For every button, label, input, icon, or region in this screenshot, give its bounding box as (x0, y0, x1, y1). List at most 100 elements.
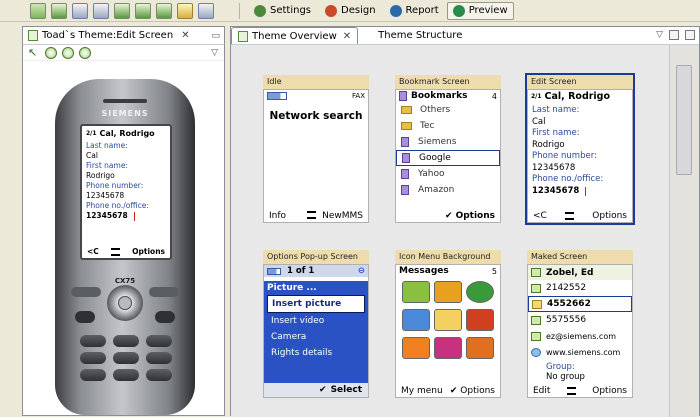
phone-call-key (75, 311, 95, 323)
zoom-icon[interactable] (177, 2, 193, 19)
marked-header-name: Zobel, Ed (546, 267, 594, 278)
list-item-label: Amazon (418, 185, 455, 195)
folder-icon (401, 122, 412, 130)
phone-screen: 2/1 Cal, Rodrigo Last name: Cal First na… (80, 124, 172, 260)
zoom-in-icon[interactable] (45, 46, 57, 59)
field-label: First name: (86, 161, 128, 170)
text-message-icon (402, 281, 430, 303)
field-label: First name: (532, 128, 580, 138)
edit-screen-view-tab[interactable]: Toad`s Theme:Edit Screen ✕ ▭ (23, 27, 224, 45)
field-value-row: 12345678 (532, 186, 628, 198)
popup-item: Insert video (271, 316, 325, 326)
list-item: Others (396, 102, 500, 118)
icon-menu-card[interactable]: Icon Menu Background Messages 5 My menu … (395, 250, 501, 398)
theme-overview-canvas: Idle FAX Network search Info NewMMS Book… (231, 45, 669, 417)
folder-icon (434, 337, 462, 359)
screen-header: 2/1 Cal, Rodrigo (86, 129, 167, 138)
screen-softkeys: ✔ Options (396, 209, 500, 222)
close-icon[interactable]: ✕ (181, 30, 189, 41)
popup-header: 1 of 1 ⊖ (264, 265, 368, 277)
list-item-label: Tec (420, 121, 435, 131)
minimize-icon[interactable] (669, 30, 679, 40)
contact-icon: 2/1 (531, 93, 542, 100)
cursor-icon[interactable] (156, 2, 172, 19)
open-icon[interactable] (51, 2, 67, 19)
card-title: Bookmark Screen (395, 75, 501, 89)
contact-card-icon (531, 268, 541, 277)
softkey-right: Options (132, 247, 165, 256)
zoom-out-icon[interactable] (62, 46, 74, 59)
lasso-tool-icon[interactable] (135, 2, 151, 19)
network-message: Network search (269, 110, 363, 122)
screen-softkeys: Info NewMMS (264, 209, 368, 222)
preview-button[interactable]: Preview (446, 1, 514, 20)
list-item: 2142552 (528, 280, 632, 296)
menu-icon (566, 386, 576, 395)
report-icon (389, 4, 402, 17)
field-label: Phone number: (86, 181, 144, 190)
field-value: 12345678 (532, 162, 576, 173)
grid-icon[interactable] (198, 2, 214, 19)
screen-header-name: Cal, Rodrigo (544, 91, 611, 102)
view-menu-icon[interactable]: ▽ (211, 48, 218, 58)
edit-screen: 2/1 Cal, Rodrigo Last name: Cal First na… (527, 89, 633, 223)
theme-tabs: Theme Overview ✕ Theme Structure ▽ (231, 27, 699, 45)
list-item: Yahoo (396, 166, 500, 182)
list-item-label: Google (419, 153, 451, 163)
status-right: FAX (352, 92, 365, 100)
preview-label: Preview (468, 5, 508, 16)
zoom-fit-icon[interactable] (79, 46, 91, 59)
field-value: 12345678 (86, 211, 128, 220)
phone-key (113, 352, 139, 364)
save-as-icon[interactable] (93, 2, 109, 19)
maximize-icon[interactable] (685, 30, 695, 40)
bookmark-icon (401, 185, 409, 195)
bookmark-count: 4 (491, 91, 497, 101)
list-item-label: 4552662 (547, 299, 591, 309)
report-label: Report (405, 5, 439, 16)
scroll-indicator-icon: ⊖ (357, 266, 365, 276)
list-item-label: Others (420, 105, 451, 115)
softkey-select: Select (330, 385, 362, 395)
camera-icon (402, 309, 430, 331)
list-item: www.siemens.com (528, 344, 632, 360)
save-icon[interactable] (72, 2, 88, 19)
group-value: No group (546, 372, 585, 382)
phone-illustration: SIEMENS 2/1 Cal, Rodrigo Last name: Cal … (55, 79, 195, 415)
pointer-icon[interactable]: ↖ (28, 46, 40, 59)
edit-card[interactable]: Edit Screen 2/1 Cal, Rodrigo Last name: … (525, 73, 635, 225)
marked-card[interactable]: Maked Screen Zobel, Ed 2142552 4552662 5… (527, 250, 633, 398)
new-theme-icon[interactable] (30, 2, 46, 19)
list-item: ez@siemens.com (528, 328, 632, 344)
options-popup-card[interactable]: Options Pop-up Screen 1 of 1 ⊖ Picture .… (263, 250, 369, 398)
curve-tool-icon[interactable] (114, 2, 130, 19)
battery-icon (267, 92, 287, 100)
idle-card[interactable]: Idle FAX Network search Info NewMMS (263, 75, 369, 223)
report-button[interactable]: Report (384, 2, 445, 20)
settings-button[interactable]: Settings (248, 2, 317, 20)
globe-icon (531, 347, 541, 357)
idle-screen: FAX Network search Info NewMMS (263, 89, 369, 223)
close-icon[interactable]: ✕ (343, 31, 351, 42)
vertical-scrollbar[interactable] (669, 45, 699, 417)
confirm-icon: ✔ (445, 210, 453, 221)
field-label: Phone number: (532, 151, 597, 161)
envelope-icon (434, 309, 462, 331)
bookmark-card[interactable]: Bookmark Screen Bookmarks 4 Others Tec S… (395, 75, 501, 223)
tab-label: Theme Overview (252, 30, 337, 42)
marked-screen: Zobel, Ed 2142552 4552662 5575556 ez@sie… (527, 264, 633, 398)
tab-theme-structure[interactable]: Theme Structure (358, 27, 468, 44)
icon-menu-header-label: Messages (399, 266, 449, 276)
design-button[interactable]: Design (319, 2, 382, 20)
tools-icon (466, 337, 494, 359)
view-menu-icon[interactable]: ▽ (656, 30, 663, 40)
scrollbar-thumb[interactable] (676, 65, 692, 175)
card-title: Maked Screen (527, 250, 633, 264)
bookmark-icon (401, 137, 409, 147)
tab-theme-overview[interactable]: Theme Overview ✕ (231, 27, 359, 44)
softkey-left: Edit (533, 385, 551, 396)
minimize-icon[interactable]: ▭ (211, 31, 220, 41)
bookmark-screen: Bookmarks 4 Others Tec Siemens Google Ya… (395, 89, 501, 223)
popup-item-selected: Insert picture (267, 295, 365, 313)
field-value: Rodrigo (86, 171, 115, 180)
